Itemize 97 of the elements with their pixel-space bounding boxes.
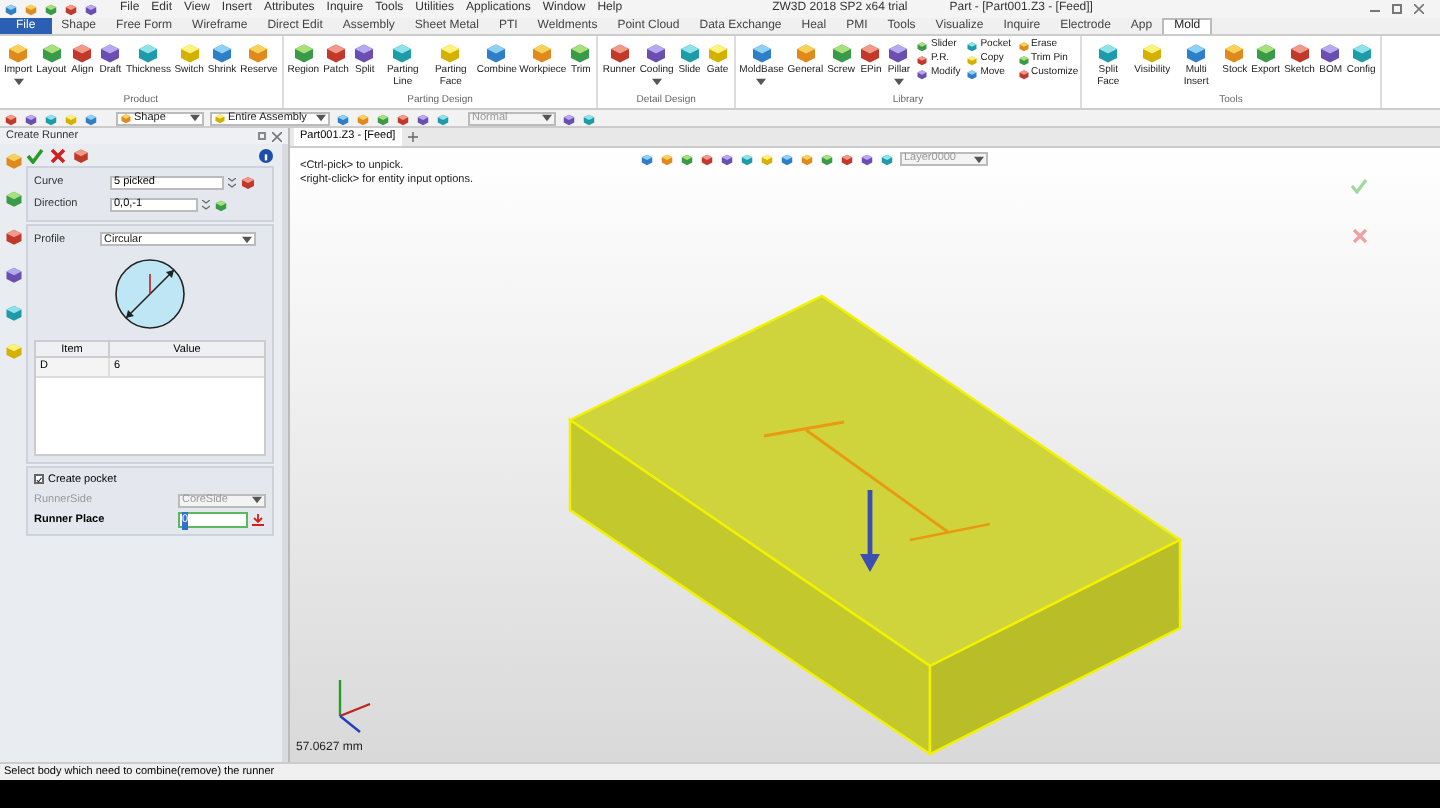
side-tool-icon bbox=[3, 302, 23, 322]
toolbar-icon bbox=[396, 111, 410, 125]
close-icon[interactable] bbox=[272, 131, 282, 141]
tool-icon bbox=[438, 40, 463, 64]
tool-icon bbox=[390, 40, 415, 64]
toolbar-icon bbox=[24, 111, 38, 125]
add-tab-icon[interactable] bbox=[407, 132, 418, 142]
tool-icon bbox=[6, 40, 31, 64]
tool-icon bbox=[705, 40, 730, 64]
tool-icon bbox=[70, 40, 95, 64]
filter-icon bbox=[120, 112, 132, 124]
toolbar-icon bbox=[44, 111, 58, 125]
toolbar-icon bbox=[416, 111, 430, 125]
cancel-icon[interactable] bbox=[50, 147, 66, 163]
view-tool-icon bbox=[860, 152, 874, 166]
tool-icon bbox=[246, 40, 271, 64]
side-tool-icon bbox=[3, 226, 23, 246]
caret-icon bbox=[542, 114, 552, 122]
view-tool-icon bbox=[740, 152, 754, 166]
check-icon[interactable] bbox=[26, 147, 44, 163]
tool-icon bbox=[98, 40, 123, 64]
tool-icon bbox=[1140, 40, 1165, 64]
tool-icon bbox=[352, 40, 377, 64]
toolbar-icon bbox=[582, 111, 596, 125]
caret-icon bbox=[190, 114, 200, 122]
tool-icon bbox=[1253, 40, 1278, 64]
view-tool-icon bbox=[840, 152, 854, 166]
toolbar-icon bbox=[84, 111, 98, 125]
restore-icon[interactable] bbox=[1392, 4, 1402, 14]
filter-icon bbox=[214, 112, 226, 124]
caret-icon bbox=[974, 155, 984, 163]
toolbar-icon bbox=[64, 111, 78, 125]
quick-access-icon bbox=[24, 2, 38, 16]
view-tool-icon bbox=[880, 152, 894, 166]
toolbar-icon bbox=[436, 111, 450, 125]
toolbar-icon bbox=[376, 111, 390, 125]
side-tool-icon bbox=[3, 188, 23, 208]
toolbar-icon bbox=[336, 111, 350, 125]
view-tool-icon bbox=[660, 152, 674, 166]
tool-icon bbox=[39, 40, 64, 64]
view-tool-icon bbox=[820, 152, 834, 166]
caret-icon bbox=[242, 235, 252, 244]
tool-icon bbox=[858, 40, 883, 64]
tool-icon bbox=[568, 40, 593, 64]
info-icon[interactable] bbox=[258, 147, 274, 163]
reset-icon[interactable] bbox=[252, 514, 264, 527]
caret-icon bbox=[316, 114, 326, 122]
view-tool-icon bbox=[760, 152, 774, 166]
tool-icon bbox=[644, 40, 669, 64]
close-icon[interactable] bbox=[1414, 4, 1424, 14]
tool-icon bbox=[177, 40, 202, 64]
tool-icon bbox=[1349, 40, 1374, 64]
caret-icon bbox=[756, 77, 767, 85]
tool-icon bbox=[1184, 40, 1209, 64]
tool-icon bbox=[210, 40, 235, 64]
tool-icon bbox=[1287, 40, 1312, 64]
view-tool-icon bbox=[640, 152, 654, 166]
view-tool-icon bbox=[780, 152, 794, 166]
tool-icon bbox=[607, 40, 632, 64]
tool-icon bbox=[291, 40, 316, 64]
tool-icon bbox=[1318, 40, 1343, 64]
caret-icon bbox=[13, 77, 24, 85]
toolbar-icon bbox=[356, 111, 370, 125]
chevron-icon[interactable] bbox=[202, 199, 210, 210]
direction-arrow bbox=[860, 490, 880, 572]
tool-icon bbox=[886, 40, 911, 64]
side-tool-icon bbox=[3, 264, 23, 284]
caret-icon bbox=[252, 496, 262, 505]
tool-icon bbox=[323, 40, 348, 64]
view-tool-icon bbox=[720, 152, 734, 166]
chevron-icon[interactable] bbox=[228, 177, 236, 188]
tool-icon bbox=[484, 40, 509, 64]
toolbar-icon bbox=[4, 111, 18, 125]
quick-access-icon bbox=[44, 2, 58, 16]
side-tool-icon bbox=[3, 340, 23, 360]
tool-icon bbox=[530, 40, 555, 64]
pin-icon[interactable] bbox=[258, 132, 266, 140]
caret-icon bbox=[893, 77, 904, 85]
profile-diagram-drawing bbox=[112, 255, 188, 332]
tool-icon bbox=[677, 40, 702, 64]
checkbox[interactable] bbox=[34, 474, 44, 485]
view-tool-icon bbox=[700, 152, 714, 166]
tool-icon bbox=[749, 40, 774, 64]
view-tool-icon bbox=[800, 152, 814, 166]
tool-icon bbox=[793, 40, 818, 64]
view-tool-icon bbox=[680, 152, 694, 166]
quick-access-icon bbox=[64, 2, 78, 16]
quick-access-icon bbox=[84, 2, 98, 16]
axis-triad-drawing bbox=[338, 680, 371, 733]
tool-icon bbox=[1222, 40, 1247, 64]
toolbar-icon bbox=[562, 111, 576, 125]
quick-access-icon bbox=[4, 2, 18, 16]
side-tool-icon bbox=[3, 150, 23, 170]
tool-icon bbox=[136, 40, 161, 64]
tool-icon bbox=[829, 40, 854, 64]
tool-icon bbox=[1096, 40, 1121, 64]
caret-icon bbox=[651, 77, 662, 85]
